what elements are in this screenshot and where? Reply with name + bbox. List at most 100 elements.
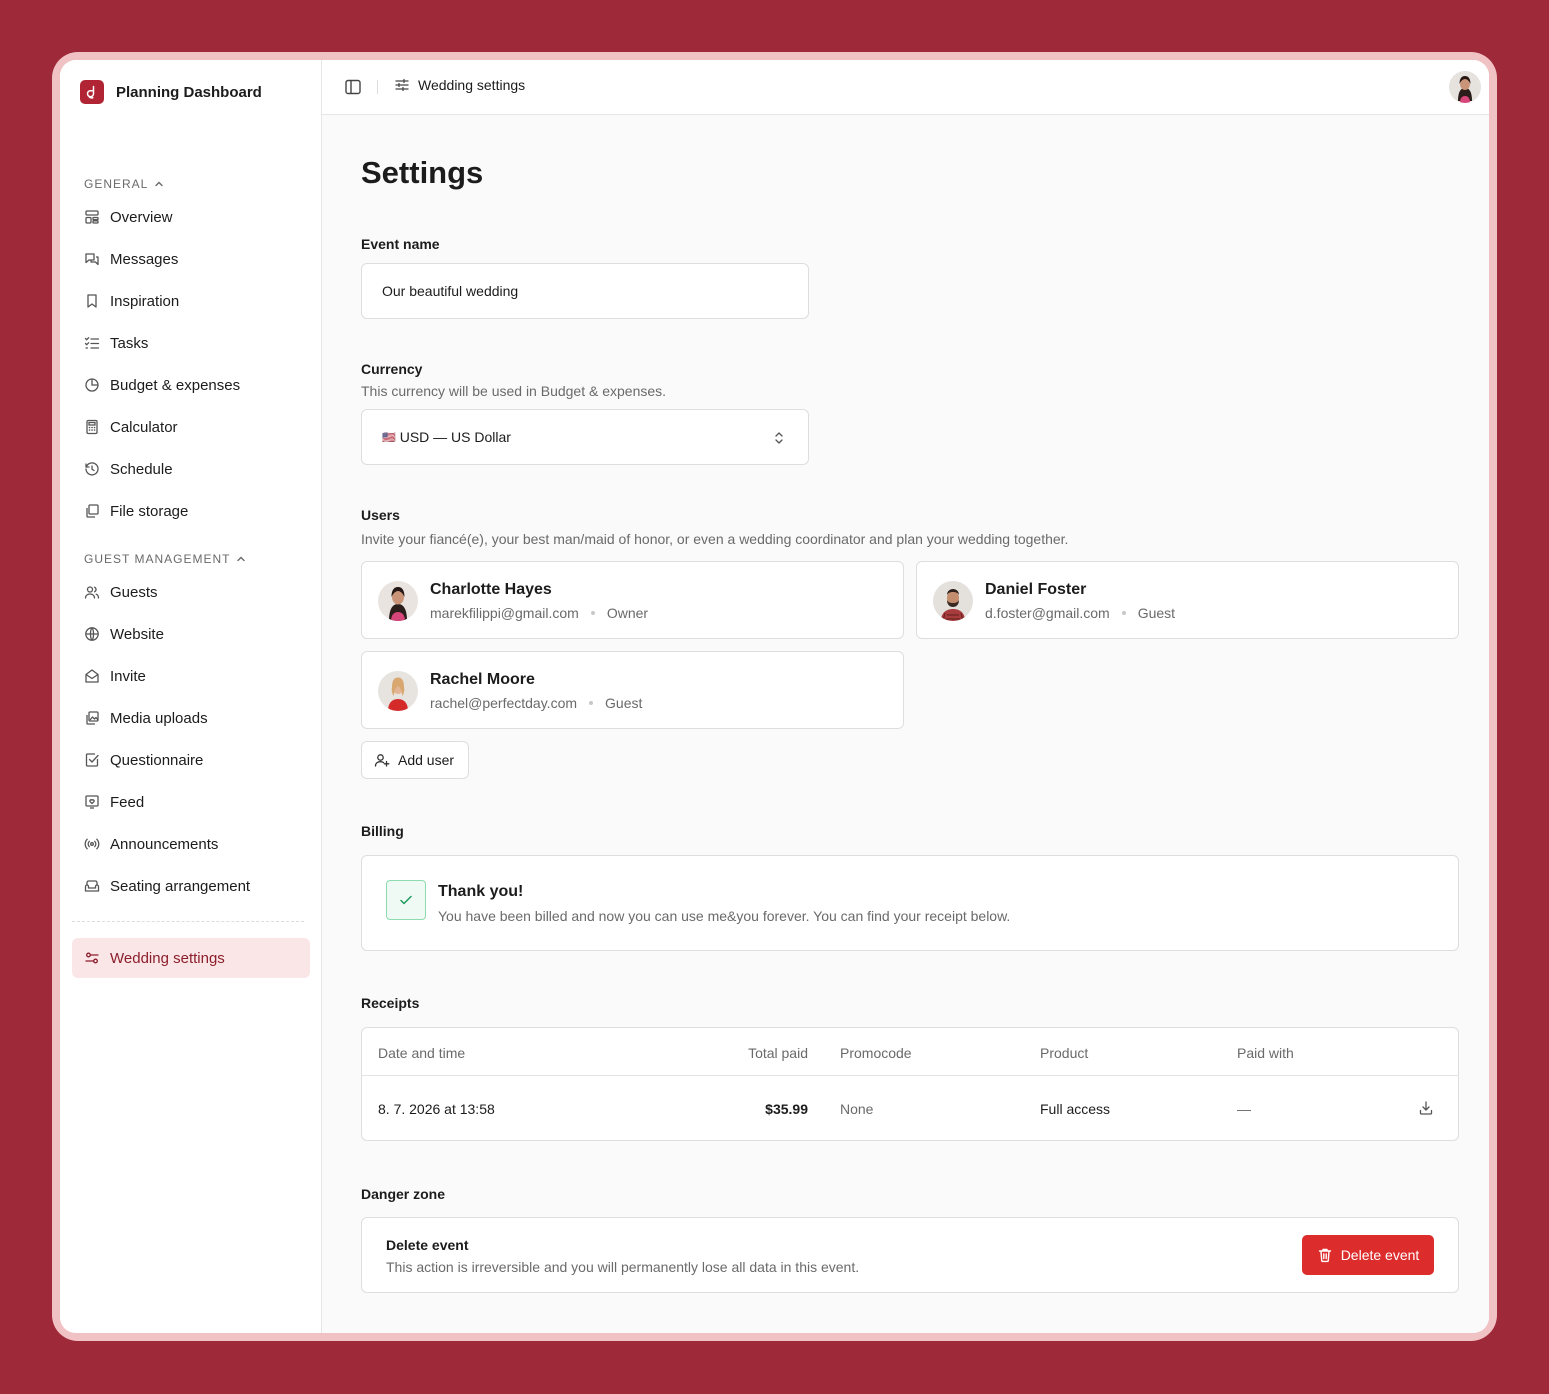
- user-meta: marekfilippi@gmail.com Owner: [430, 605, 648, 621]
- files-icon: [86, 504, 99, 518]
- sidebar-item-label: Website: [110, 625, 164, 643]
- user-meta: d.foster@gmail.com Guest: [985, 605, 1175, 621]
- sidebar-item-label: Inspiration: [110, 292, 180, 310]
- billing-text: You have been billed and now you can use…: [438, 908, 1011, 924]
- trash-icon: [1318, 1248, 1331, 1263]
- sidebar-item-tasks[interactable]: Tasks: [72, 323, 310, 363]
- receipts-label: Receipts: [361, 995, 420, 1011]
- topbar: Wedding settings: [322, 60, 1489, 115]
- sidebar-item-budget[interactable]: Budget & expenses: [72, 365, 310, 405]
- brand[interactable]: Planning Dashboard: [80, 80, 262, 104]
- receipt-total: $35.99: [765, 1101, 808, 1117]
- us-flag-icon: 🇺🇸: [382, 431, 396, 444]
- layout-icon: [85, 210, 99, 224]
- sidebar-item-seating[interactable]: Seating arrangement: [72, 866, 310, 906]
- column-header: Paid with: [1237, 1045, 1294, 1061]
- chevron-up-icon: [237, 556, 246, 562]
- receipt-paid-with: —: [1237, 1101, 1251, 1117]
- sidebar-item-schedule[interactable]: Schedule: [72, 449, 310, 489]
- sidebar-item-label: Calculator: [110, 418, 178, 436]
- delete-event-button[interactable]: Delete event: [1302, 1235, 1434, 1275]
- feed-icon: [85, 795, 99, 809]
- column-header: Product: [1040, 1045, 1089, 1061]
- topbar-separator: [377, 80, 378, 94]
- users-description: Invite your fiancé(e), your best man/mai…: [361, 531, 1069, 547]
- event-name-input[interactable]: Our beautiful wedding: [361, 263, 809, 319]
- breadcrumb-label: Wedding settings: [418, 77, 526, 93]
- sidebar-item-feed[interactable]: Feed: [72, 782, 310, 822]
- billing-title: Thank you!: [438, 883, 524, 900]
- section-guest-management[interactable]: GUEST MANAGEMENT: [84, 552, 246, 566]
- user-name: Charlotte Hayes: [430, 581, 552, 598]
- sidebar-item-calculator[interactable]: Calculator: [72, 407, 310, 447]
- avatar[interactable]: [1449, 71, 1481, 103]
- user-name: Daniel Foster: [985, 581, 1087, 598]
- column-header: Promocode: [840, 1045, 912, 1061]
- sidebar-divider: [72, 921, 304, 922]
- chevron-up-down-icon: [775, 432, 783, 444]
- sidebar-item-label: Announcements: [110, 835, 219, 853]
- receipts-table: Date and time Total paid Promocode Produ…: [361, 1027, 1459, 1141]
- sidebar-item-announcements[interactable]: Announcements: [72, 824, 310, 864]
- currency-select[interactable]: 🇺🇸 USD — US Dollar: [361, 409, 809, 465]
- sidebar-item-label: File storage: [110, 502, 189, 520]
- chat-icon: [85, 253, 99, 266]
- section-general[interactable]: GENERAL: [84, 177, 164, 191]
- separator-dot: [590, 611, 595, 615]
- download-icon[interactable]: [1418, 1100, 1434, 1116]
- chevron-up-icon: [155, 181, 164, 187]
- user-email: rachel@perfectday.com: [430, 695, 578, 711]
- currency-value: USD — US Dollar: [399, 429, 511, 445]
- event-name-label: Event name: [361, 236, 440, 252]
- user-card[interactable]: Rachel Moore rachel@perfectday.com Guest: [361, 651, 904, 729]
- pie-chart-icon: [85, 378, 99, 392]
- avatar: [378, 671, 418, 711]
- sidebar-item-website[interactable]: Website: [72, 614, 310, 654]
- sidebar-item-invite[interactable]: Invite: [72, 656, 310, 696]
- main-content: Wedding settings Settings Event name Our…: [322, 60, 1489, 1333]
- sidebar-item-overview[interactable]: Overview: [72, 197, 310, 237]
- user-role: Guest: [605, 695, 643, 711]
- sidebar-item-messages[interactable]: Messages: [72, 239, 310, 279]
- broadcast-icon: [84, 838, 100, 850]
- sidebar-item-wedding-settings[interactable]: Wedding settings: [72, 938, 310, 978]
- add-user-button[interactable]: Add user: [361, 741, 469, 779]
- envelope-open-icon: [85, 669, 99, 683]
- sidebar-item-questionnaire[interactable]: Questionnaire: [72, 740, 310, 780]
- currency-label: Currency: [361, 361, 423, 377]
- sidebar: Planning Dashboard GENERAL Overview Mess…: [60, 60, 322, 1333]
- add-user-label: Add user: [398, 752, 455, 768]
- users-label: Users: [361, 507, 400, 523]
- checkbox-icon: [85, 753, 99, 767]
- checklist-icon: [84, 337, 100, 349]
- sidebar-item-inspiration[interactable]: Inspiration: [72, 281, 310, 321]
- sidebar-item-label: Wedding settings: [110, 949, 225, 967]
- receipt-promocode: None: [840, 1101, 874, 1117]
- receipt-date: 8. 7. 2026 at 13:58: [378, 1101, 495, 1117]
- sidebar-item-label: Schedule: [110, 460, 173, 478]
- globe-icon: [85, 627, 99, 641]
- avatar: [378, 581, 418, 621]
- table-header: Date and time Total paid Promocode Produ…: [362, 1028, 1458, 1076]
- delete-event-label: Delete event: [1340, 1247, 1420, 1263]
- user-card[interactable]: Daniel Foster d.foster@gmail.com Guest: [916, 561, 1459, 639]
- sidebar-item-guests[interactable]: Guests: [72, 572, 310, 612]
- page-title: Settings: [361, 155, 484, 190]
- app-title: Planning Dashboard: [116, 83, 262, 101]
- user-role: Guest: [1137, 605, 1176, 621]
- sidebar-item-file-storage[interactable]: File storage: [72, 491, 310, 531]
- currency-description: This currency will be used in Budget & e…: [361, 383, 667, 399]
- sidebar-item-label: Guests: [110, 583, 158, 601]
- user-plus-icon: [374, 754, 390, 767]
- sidebar-item-label: Messages: [110, 250, 179, 268]
- sidebar-item-media-uploads[interactable]: Media uploads: [72, 698, 310, 738]
- avatar: [933, 581, 973, 621]
- sidebar-item-label: Budget & expenses: [110, 376, 241, 394]
- sofa-icon: [84, 880, 100, 892]
- receipt-product: Full access: [1040, 1101, 1111, 1117]
- history-icon: [85, 462, 99, 476]
- user-card[interactable]: Charlotte Hayes marekfilippi@gmail.com O…: [361, 561, 904, 639]
- sidebar-toggle-icon[interactable]: [344, 78, 362, 96]
- danger-title: Delete event: [386, 1237, 469, 1253]
- sidebar-item-label: Tasks: [110, 334, 149, 352]
